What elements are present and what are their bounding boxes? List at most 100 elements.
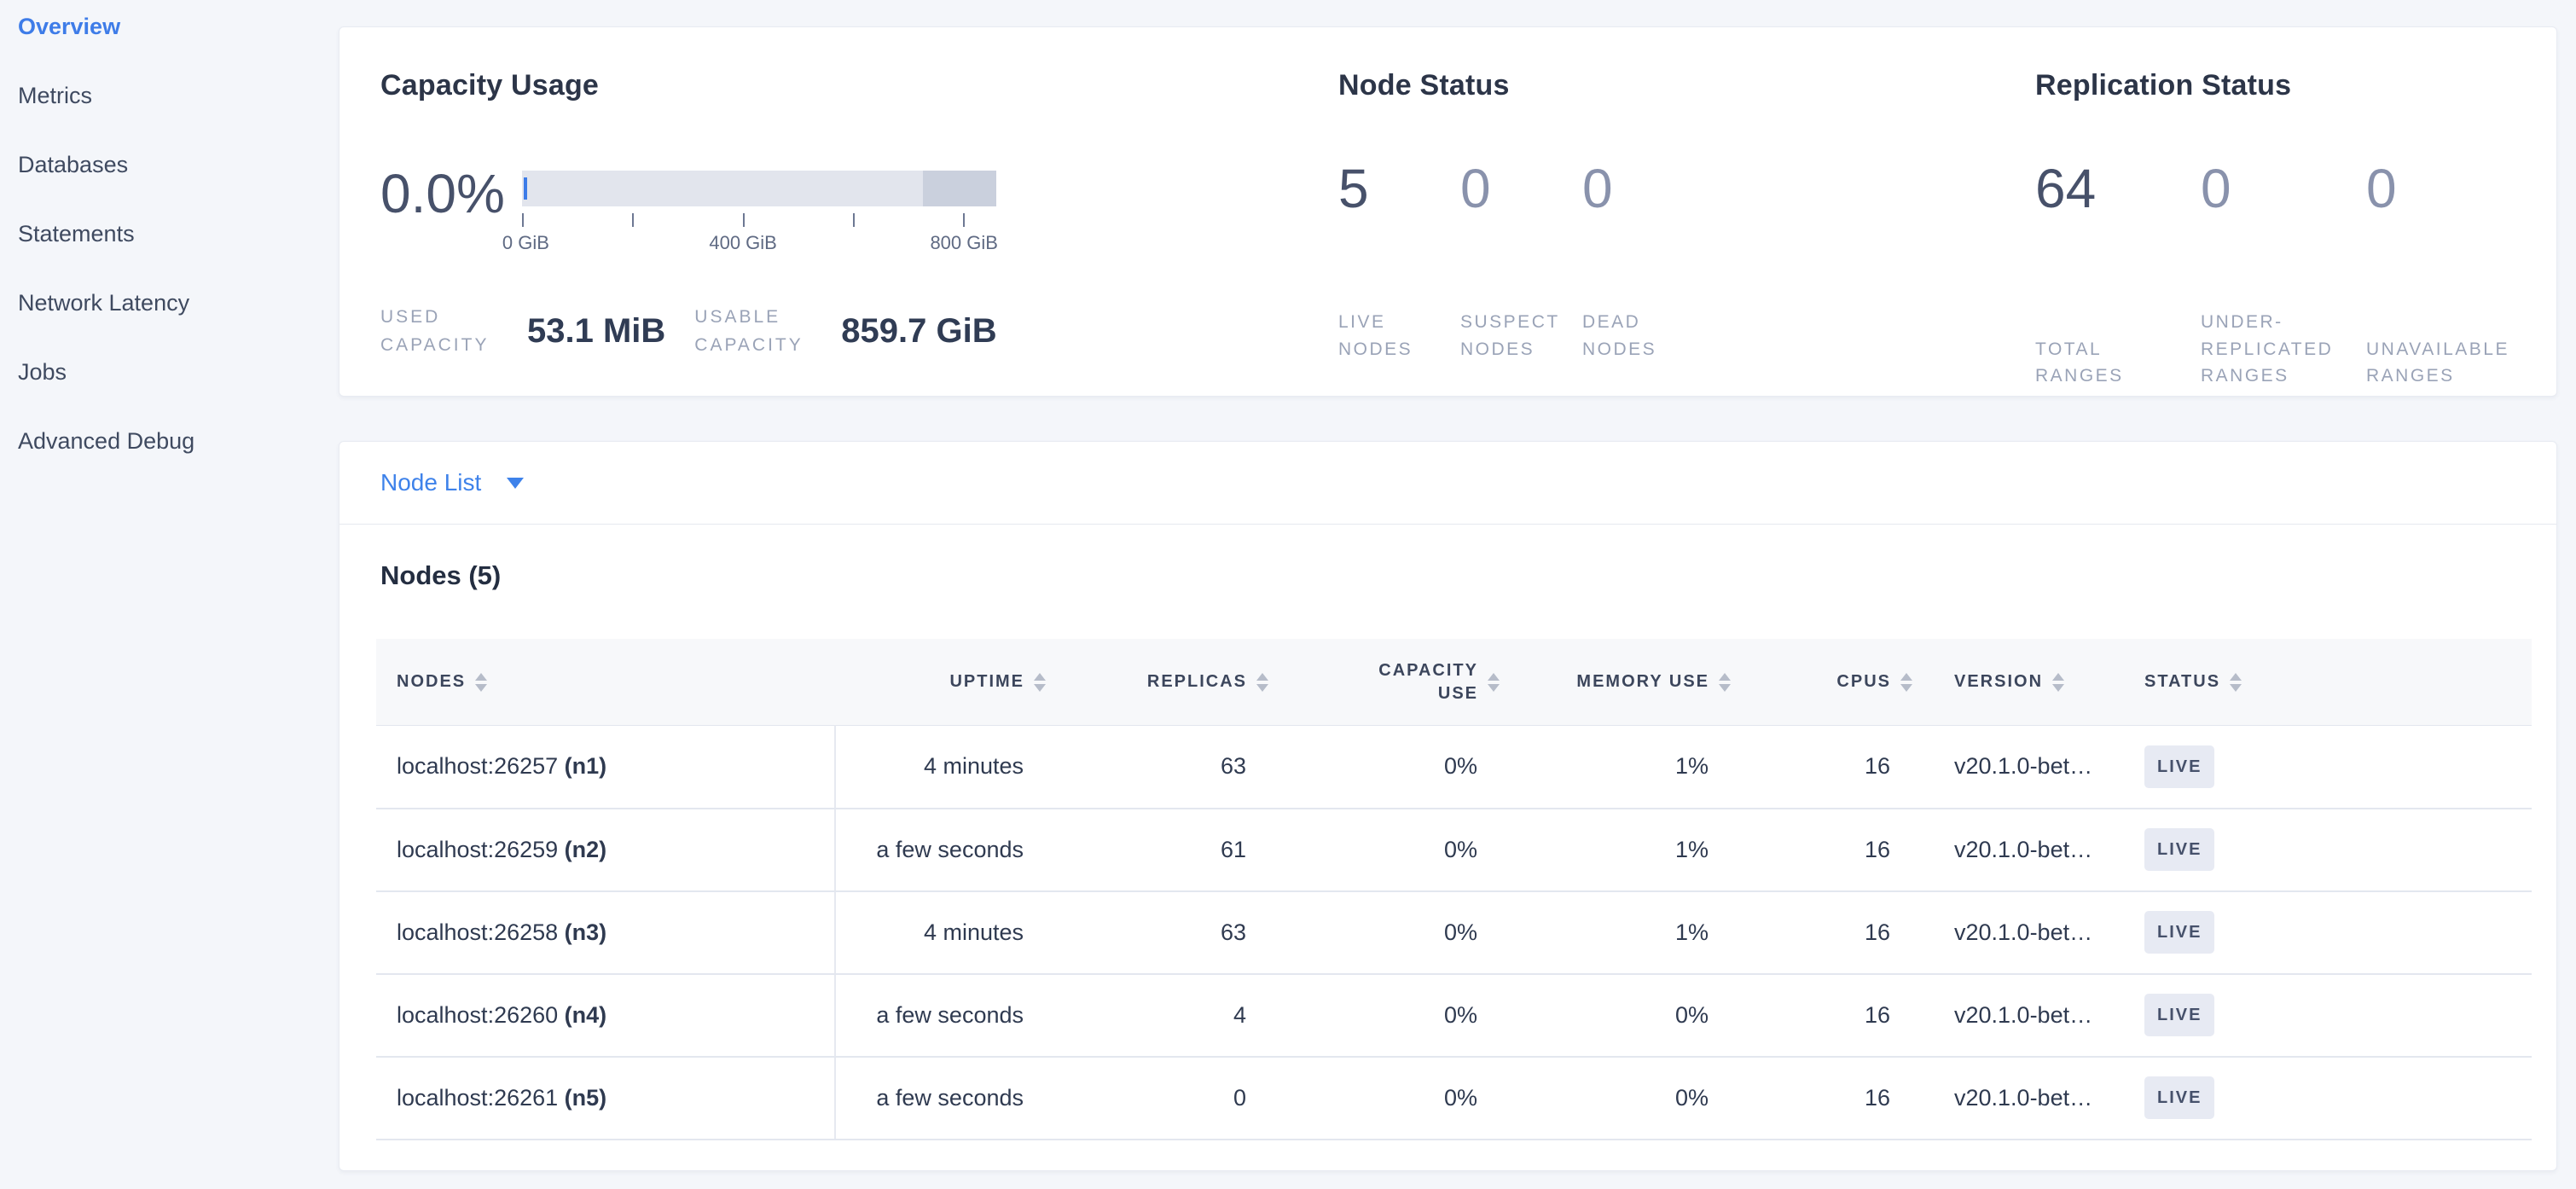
column-label: UPTIME (949, 670, 1024, 693)
node-list-dropdown[interactable]: Node List (380, 469, 524, 496)
column-header-version[interactable]: VERSION (1924, 639, 2131, 726)
uptime-cell: a few seconds (835, 809, 1058, 891)
capacity-use-cell: 0% (1280, 974, 1511, 1057)
cpus-cell: 16 (1743, 726, 1924, 809)
table-row: localhost:26257 (n1) 4 minutes 63 0% 1% … (376, 726, 2532, 809)
dead-nodes-label: DEAD NODES (1582, 309, 1683, 362)
unavailable-ranges-label: UNAVAILABLE RANGES (2366, 336, 2518, 390)
node-address-cell[interactable]: localhost:26260 (n4) (376, 974, 835, 1057)
usable-capacity-stat: USABLE CAPACITY 859.7 GiB (694, 304, 996, 359)
status-badge: LIVE (2144, 994, 2214, 1036)
sidebar-item-network-latency[interactable]: Network Latency (18, 290, 339, 316)
capacity-use-cell: 0% (1280, 891, 1511, 974)
axis-tick-label: 400 GiB (709, 232, 777, 254)
node-id: (n4) (565, 1002, 607, 1028)
capacity-use-cell: 0% (1280, 809, 1511, 891)
axis-tick-label: 800 GiB (930, 232, 998, 254)
main-content: Capacity Usage 0.0% 0 GiB 40 (339, 0, 2557, 1171)
memory-use-cell: 1% (1511, 809, 1743, 891)
column-header-nodes[interactable]: NODES (376, 639, 835, 726)
axis-tick (963, 213, 965, 227)
axis-tick (853, 213, 855, 227)
node-address-cell[interactable]: localhost:26258 (n3) (376, 891, 835, 974)
sidebar-item-jobs[interactable]: Jobs (18, 359, 339, 385)
replication-status-title: Replication Status (2035, 68, 2532, 102)
capacity-bar-track (522, 171, 996, 206)
column-label: STATUS (2144, 670, 2220, 693)
status-cell: LIVE (2131, 891, 2532, 974)
usable-capacity-label: USABLE CAPACITY (694, 304, 841, 359)
unavailable-ranges-count: 0 (2366, 157, 2532, 220)
axis-tick (632, 213, 634, 227)
capacity-use-cell: 0% (1280, 726, 1511, 809)
axis-tick-label: 0 GiB (502, 232, 549, 254)
sidebar-item-metrics[interactable]: Metrics (18, 83, 339, 108)
memory-use-cell: 0% (1511, 974, 1743, 1057)
uptime-cell: a few seconds (835, 1057, 1058, 1140)
node-id: (n2) (565, 837, 607, 862)
node-status-title: Node Status (1338, 68, 2035, 102)
node-address: localhost:26259 (397, 837, 558, 862)
node-address-cell[interactable]: localhost:26259 (n2) (376, 809, 835, 891)
cpus-cell: 16 (1743, 974, 1924, 1057)
status-cell: LIVE (2131, 726, 2532, 809)
under-replicated-ranges-label: UNDER-REPLICATED RANGES (2201, 309, 2353, 390)
sort-icon (1488, 673, 1500, 692)
node-address: localhost:26257 (397, 753, 558, 779)
total-ranges-label: TOTAL RANGES (2035, 336, 2187, 390)
version-cell: v20.1.0-bet… (1924, 891, 2131, 974)
version-cell: v20.1.0-bet… (1924, 1057, 2131, 1140)
live-nodes-label: LIVE NODES (1338, 309, 1439, 362)
node-list-card: Node List Nodes (5) NODES UPTIME (339, 441, 2557, 1171)
sidebar-item-overview[interactable]: Overview (18, 14, 339, 39)
node-list-dropdown-label: Node List (380, 469, 481, 496)
column-header-memory-use[interactable]: MEMORY USE (1511, 639, 1743, 726)
table-row: localhost:26259 (n2) a few seconds 61 0%… (376, 809, 2532, 891)
column-label: CPUS (1836, 670, 1891, 693)
capacity-bar-reserved-segment (923, 171, 996, 206)
capacity-use-cell: 0% (1280, 1057, 1511, 1140)
usable-capacity-value: 859.7 GiB (841, 312, 996, 351)
replicas-cell: 63 (1058, 726, 1280, 809)
uptime-cell: 4 minutes (835, 726, 1058, 809)
column-header-cpus[interactable]: CPUS (1743, 639, 1924, 726)
sort-icon (1034, 673, 1046, 692)
node-list-body: Nodes (5) NODES UPTIME RE (339, 525, 2556, 1140)
status-badge: LIVE (2144, 911, 2214, 954)
node-address: localhost:26260 (397, 1002, 558, 1028)
sidebar-item-databases[interactable]: Databases (18, 152, 339, 177)
axis-tick (743, 213, 745, 227)
table-header-row: NODES UPTIME REPLICAS CAPACITY USE MEMOR (376, 639, 2532, 726)
status-badge: LIVE (2144, 745, 2214, 788)
status-cell: LIVE (2131, 1057, 2532, 1140)
cpus-cell: 16 (1743, 891, 1924, 974)
capacity-bar-used-tick (524, 177, 527, 200)
version-cell: v20.1.0-bet… (1924, 809, 2131, 891)
column-label: CAPACITY USE (1366, 659, 1478, 705)
sidebar-item-statements[interactable]: Statements (18, 221, 339, 246)
sort-icon (1719, 673, 1731, 692)
replicas-cell: 0 (1058, 1057, 1280, 1140)
column-header-capacity-use[interactable]: CAPACITY USE (1280, 639, 1511, 726)
version-cell: v20.1.0-bet… (1924, 726, 2131, 809)
uptime-cell: 4 minutes (835, 891, 1058, 974)
node-address-cell[interactable]: localhost:26257 (n1) (376, 726, 835, 809)
replicas-cell: 63 (1058, 891, 1280, 974)
node-address-cell[interactable]: localhost:26261 (n5) (376, 1057, 835, 1140)
capacity-bar-axis: 0 GiB 400 GiB 800 GiB (522, 206, 996, 258)
live-nodes-count: 5 (1338, 157, 1460, 220)
replicas-cell: 61 (1058, 809, 1280, 891)
column-header-status[interactable]: STATUS (2131, 639, 2532, 726)
uptime-cell: a few seconds (835, 974, 1058, 1057)
axis-tick (522, 213, 524, 227)
chevron-down-icon (507, 478, 524, 489)
sort-icon (2230, 673, 2242, 692)
replicas-cell: 4 (1058, 974, 1280, 1057)
column-header-uptime[interactable]: UPTIME (835, 639, 1058, 726)
sidebar-item-advanced-debug[interactable]: Advanced Debug (18, 428, 339, 454)
sidebar: Overview Metrics Databases Statements Ne… (0, 0, 339, 497)
suspect-nodes-count: 0 (1460, 157, 1582, 220)
node-list-card-header: Node List (339, 442, 2556, 525)
memory-use-cell: 1% (1511, 891, 1743, 974)
column-header-replicas[interactable]: REPLICAS (1058, 639, 1280, 726)
